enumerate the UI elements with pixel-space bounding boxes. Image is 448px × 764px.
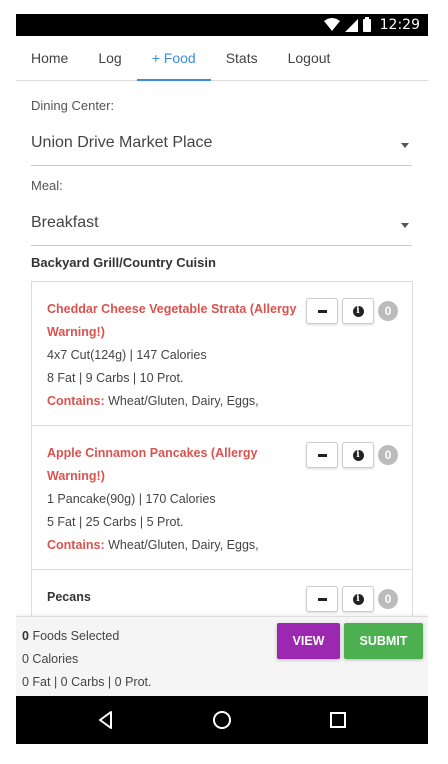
info-button[interactable]: i bbox=[342, 298, 374, 324]
submit-button[interactable]: SUBMIT bbox=[344, 623, 423, 659]
remove-button[interactable] bbox=[306, 298, 338, 324]
minus-icon bbox=[317, 453, 327, 457]
info-icon: i bbox=[352, 449, 364, 461]
cell-signal-icon bbox=[344, 18, 358, 32]
wifi-icon bbox=[323, 18, 340, 31]
minus-icon bbox=[317, 309, 327, 313]
nav-stats[interactable]: Stats bbox=[211, 36, 273, 81]
main-content: Dining Center: Union Drive Market Place … bbox=[16, 81, 428, 616]
chevron-down-icon bbox=[401, 223, 409, 228]
info-icon: i bbox=[352, 305, 364, 317]
food-item: Pecans i 0 bbox=[32, 570, 412, 616]
food-controls: i 0 bbox=[306, 586, 398, 612]
food-serving: 1 Pancake(90g) | 170 Calories bbox=[47, 492, 216, 506]
contains-label: Contains: bbox=[47, 538, 105, 552]
count-badge: 0 bbox=[378, 445, 398, 465]
food-allergens: Contains: Wheat/Gluten, Dairy, Eggs, bbox=[47, 534, 397, 557]
battery-icon bbox=[362, 16, 371, 32]
status-icons: 12:29 bbox=[323, 16, 420, 34]
food-item: Apple Cinnamon Pancakes (Allergy Warning… bbox=[32, 426, 412, 570]
foods-selected: 0 Foods Selected bbox=[22, 629, 119, 643]
meal-value: Breakfast bbox=[31, 214, 99, 231]
meal-select[interactable]: Breakfast bbox=[31, 206, 412, 246]
remove-button[interactable] bbox=[306, 442, 338, 468]
calories-total: 0 Calories bbox=[22, 652, 79, 666]
food-name[interactable]: Pecans bbox=[47, 586, 302, 609]
count-badge: 0 bbox=[378, 589, 398, 609]
nav-home[interactable]: Home bbox=[16, 36, 83, 81]
back-icon[interactable] bbox=[94, 708, 118, 732]
dining-center-label: Dining Center: bbox=[31, 98, 115, 113]
home-icon[interactable] bbox=[210, 708, 234, 732]
dining-center-value: Union Drive Market Place bbox=[31, 134, 213, 151]
top-nav: Home Log + Food Stats Logout bbox=[16, 36, 428, 81]
android-nav-bar bbox=[16, 696, 428, 744]
selection-summary: 0 Foods Selected 0 Calories 0 Fat | 0 Ca… bbox=[16, 616, 428, 696]
food-allergens: Contains: Wheat/Gluten, Dairy, Eggs, bbox=[47, 390, 397, 413]
food-macros: 8 Fat | 9 Carbs | 10 Prot. bbox=[47, 371, 184, 385]
minus-icon bbox=[317, 597, 327, 601]
info-button[interactable]: i bbox=[342, 586, 374, 612]
remove-button[interactable] bbox=[306, 586, 338, 612]
recents-icon[interactable] bbox=[326, 708, 350, 732]
nav-logout[interactable]: Logout bbox=[273, 36, 346, 81]
app-screen: 12:29 Home Log + Food Stats Logout Dinin… bbox=[16, 14, 428, 744]
meal-label: Meal: bbox=[31, 178, 63, 193]
food-item: Cheddar Cheese Vegetable Strata (Allergy… bbox=[32, 282, 412, 426]
macros-total: 0 Fat | 0 Carbs | 0 Prot. bbox=[22, 675, 152, 689]
contains-label: Contains: bbox=[47, 394, 105, 408]
dining-center-select[interactable]: Union Drive Market Place bbox=[31, 126, 412, 166]
food-name[interactable]: Cheddar Cheese Vegetable Strata (Allergy… bbox=[47, 298, 302, 344]
station-title: Backyard Grill/Country Cuisin bbox=[31, 255, 216, 270]
foods-selected-label: Foods Selected bbox=[32, 629, 120, 643]
contains-value: Wheat/Gluten, Dairy, Eggs, bbox=[108, 538, 259, 552]
nav-log[interactable]: Log bbox=[83, 36, 136, 81]
view-button[interactable]: VIEW bbox=[277, 623, 340, 659]
food-controls: i 0 bbox=[306, 442, 398, 468]
foods-selected-count: 0 bbox=[22, 629, 29, 643]
info-icon: i bbox=[352, 593, 364, 605]
chevron-down-icon bbox=[401, 143, 409, 148]
food-name[interactable]: Apple Cinnamon Pancakes (Allergy Warning… bbox=[47, 442, 302, 488]
nav-add-food[interactable]: + Food bbox=[136, 36, 211, 81]
status-bar: 12:29 bbox=[16, 14, 428, 36]
food-macros: 5 Fat | 25 Carbs | 5 Prot. bbox=[47, 515, 184, 529]
status-time: 12:29 bbox=[379, 17, 420, 33]
contains-value: Wheat/Gluten, Dairy, Eggs, bbox=[108, 394, 259, 408]
info-button[interactable]: i bbox=[342, 442, 374, 468]
food-controls: i 0 bbox=[306, 298, 398, 324]
food-list: Cheddar Cheese Vegetable Strata (Allergy… bbox=[31, 281, 413, 616]
count-badge: 0 bbox=[378, 301, 398, 321]
food-serving: 4x7 Cut(124g) | 147 Calories bbox=[47, 348, 207, 362]
